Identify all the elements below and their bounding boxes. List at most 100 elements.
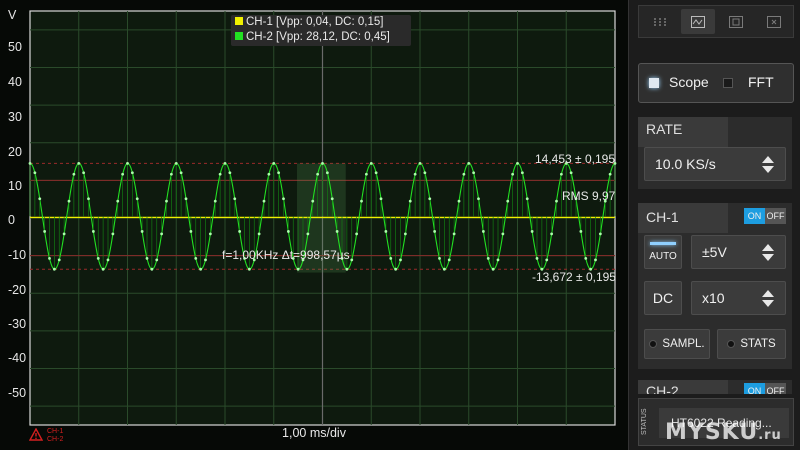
warning-ch2: CH-2 [47,435,64,443]
view-tabbar [638,5,794,38]
sample-point [43,230,47,233]
stats-button[interactable]: STATS [717,329,786,359]
sample-point [423,171,427,175]
auto-button[interactable]: AUTO [644,235,682,269]
sample-point [238,230,242,233]
sample-point [345,267,349,271]
volt-range-value: ±5V [702,244,727,260]
up-down-arrows-icon [759,288,777,308]
sample-point [233,197,237,201]
legend-ch1: CH-1 [Vpp: 0,04, DC: 0,15] [231,15,411,30]
sample-point [330,197,334,201]
warning-channels: CH-1 CH-2 [47,428,63,443]
sample-point [87,197,90,201]
image-icon[interactable] [719,9,753,34]
sample-point [447,258,451,262]
ch2-on[interactable]: ON [744,383,765,394]
sample-point [369,162,373,165]
sample-point [316,172,320,176]
ch1-on[interactable]: ON [744,208,765,224]
ch2-title: CH-2 [646,383,679,394]
close-box-icon[interactable] [757,9,791,34]
sample-point [62,232,66,236]
scope-display[interactable]: V 50 40 30 20 10 0 -10 -20 -30 -40 -50 C… [0,0,628,450]
ch2-section: CH-2 ON OFF [638,380,792,394]
dots-grid-icon[interactable] [643,9,677,34]
sample-point [413,172,417,176]
frequency-measurement: f=1,00KHz Δt=998,57µs [222,248,350,262]
y-tick: -50 [8,386,27,400]
ch2-off[interactable]: OFF [765,383,786,394]
control-panel: Scope FFT RATE 10.0 KS/s CH-1 ON OFF AUT… [628,0,800,450]
up-down-arrows-icon [759,242,777,262]
sample-point [408,199,412,203]
rate-dropdown[interactable]: 10.0 KS/s [644,147,786,181]
sample-point [555,199,558,203]
sample-point [57,258,61,262]
sample-point [145,256,149,260]
sample-point [550,232,554,236]
waveform-icon[interactable] [681,9,715,34]
sample-point [101,267,105,271]
volt-range-dropdown[interactable]: ±5V [691,235,786,269]
up-down-arrows-icon [759,154,777,174]
scope-mode-label[interactable]: Scope [669,74,709,90]
fft-checkbox[interactable] [723,78,733,88]
coupling-button[interactable]: DC [644,281,682,315]
sample-point [165,199,168,203]
y-tick: 0 [8,213,15,227]
sample-point [262,199,266,203]
sample-point [501,232,505,236]
y-tick: -30 [8,317,27,331]
sample-point [286,230,290,233]
legend-ch1-label: CH-1 [Vpp: 0,04, DC: 0,15] [246,16,384,28]
probe-dropdown[interactable]: x10 [691,281,786,315]
sampl-button[interactable]: SAMPL. [644,329,710,359]
rate-title: RATE [646,121,683,137]
timebase-label: 1,00 ms/div [282,426,346,440]
fft-mode-label[interactable]: FFT [748,74,774,90]
scope-checkbox[interactable] [649,78,659,88]
sample-point [204,258,207,262]
coupling-label: DC [652,290,674,306]
ch1-swatch [235,17,243,25]
sample-point [282,197,285,201]
min-measurement: -13,672 ± 0,195 [532,270,616,284]
sample-point [277,171,281,175]
sample-point [28,162,32,165]
sample-point [335,230,339,233]
sample-point [267,172,271,176]
stats-led [727,340,736,348]
sample-point [594,258,597,262]
sample-point [608,172,612,176]
sample-point [433,230,437,233]
ch1-off[interactable]: OFF [765,208,786,224]
sample-point [106,258,110,262]
sample-point [384,230,388,233]
sample-point [389,256,393,260]
sample-point [360,199,363,203]
sample-point [228,171,232,175]
sample-point [325,171,329,175]
sample-point [213,199,217,203]
sample-point [218,172,222,176]
ch2-power-toggle[interactable]: ON OFF [744,383,786,394]
sample-point [452,232,456,236]
sample-point [223,162,227,165]
y-tick: 30 [8,110,22,124]
ch1-power-toggle[interactable]: ON OFF [744,208,786,224]
sampl-led [649,340,658,348]
sample-point [486,256,490,260]
sample-point [306,232,310,236]
watermark-suffix: .ru [758,428,782,443]
sample-point [174,162,178,165]
sample-point [506,199,510,203]
sample-point [184,197,188,201]
sample-point [126,162,129,165]
sample-point [481,230,485,233]
sample-point [38,197,42,201]
sample-point [598,232,602,236]
sample-point [72,172,76,176]
sample-point [96,256,100,260]
sample-point [121,172,125,176]
